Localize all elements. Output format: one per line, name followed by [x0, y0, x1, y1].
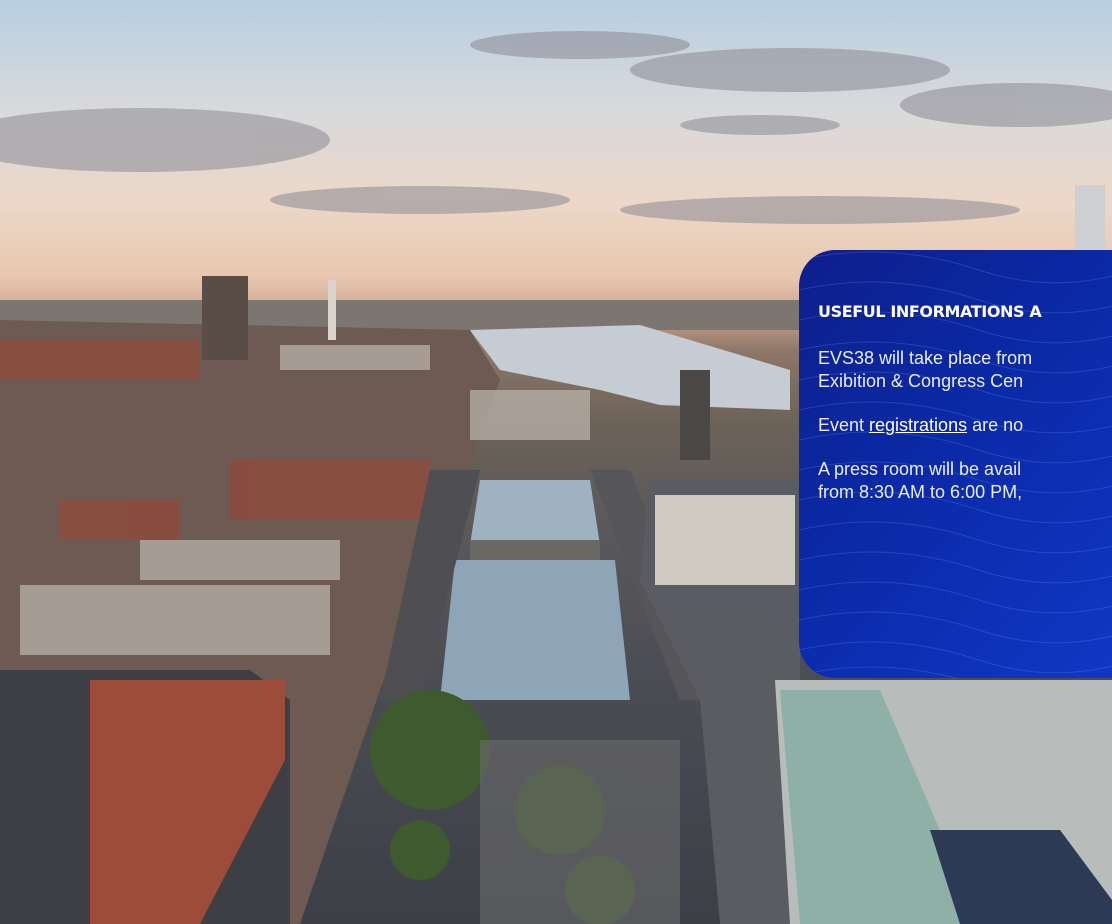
info-registration-prefix: Event — [818, 415, 870, 435]
hero-photo: USEFUL INFORMATIONS A EVS38 will take pl… — [0, 0, 1112, 924]
info-venue-paragraph: EVS38 will take place from Exibition & C… — [818, 347, 1112, 393]
info-press-line-1: A press room will be avail — [818, 459, 1022, 479]
info-registration-paragraph: Event registrations are no — [818, 414, 1112, 437]
useful-information-card: USEFUL INFORMATIONS A EVS38 will take pl… — [799, 250, 1112, 678]
info-press-room-paragraph: A press room will be avail from 8:30 AM … — [818, 458, 1112, 504]
info-venue-line-1: EVS38 will take place from — [818, 348, 1033, 368]
info-venue-line-2: Exibition & Congress Cen — [818, 371, 1024, 391]
info-card-title: USEFUL INFORMATIONS A — [818, 302, 1042, 321]
registrations-link[interactable]: registrations — [869, 415, 967, 435]
info-registration-suffix: are no — [967, 415, 1024, 435]
info-card-content: USEFUL INFORMATIONS A EVS38 will take pl… — [818, 302, 1112, 504]
info-press-line-2: from 8:30 AM to 6:00 PM, — [818, 482, 1023, 502]
